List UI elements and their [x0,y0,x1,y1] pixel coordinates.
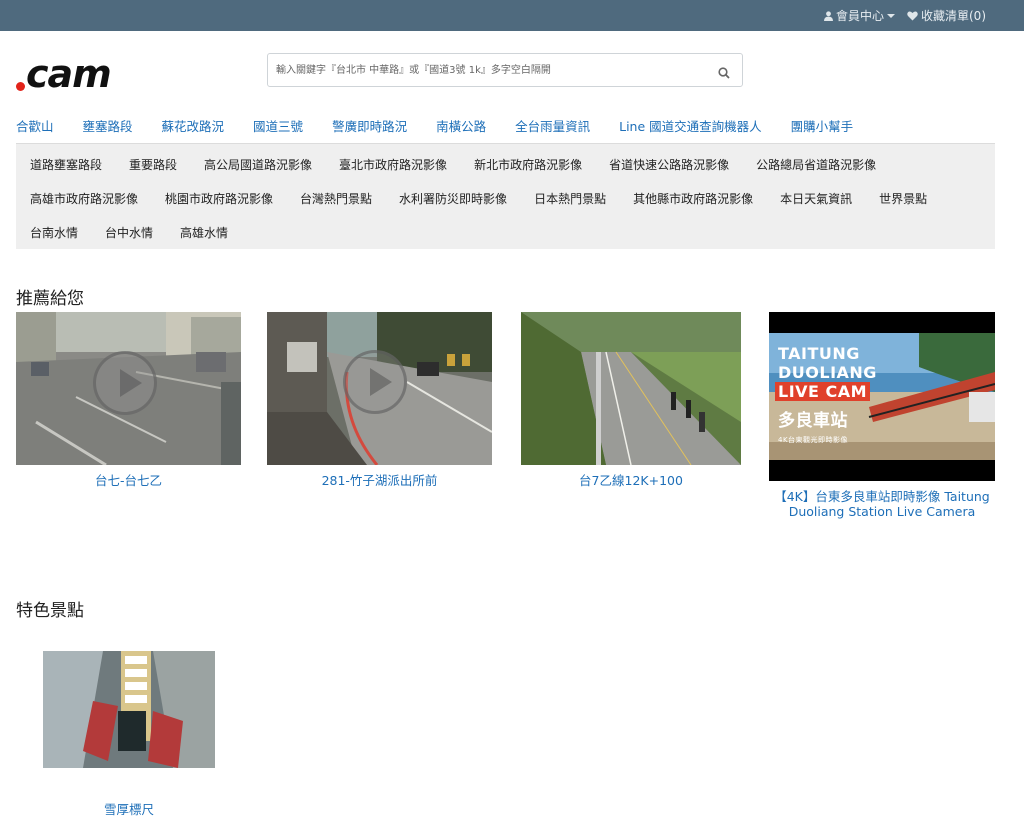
site-logo[interactable]: cam [16,52,116,96]
search-input[interactable] [276,54,706,86]
camera-card[interactable]: 雪厚標尺 [43,651,215,817]
play-icon [93,351,157,415]
overlay-title-2: DUOLIANG [778,363,877,382]
overlay-station: 多良車站 [778,411,848,431]
category-link[interactable]: 其他縣市政府路況影像 [633,190,753,207]
nav-line-bot[interactable]: Line 國道交通查詢機器人 [619,116,762,138]
heart-icon [907,11,918,21]
logo-text: cam [26,52,112,96]
member-center-label: 會員中心 [835,9,884,23]
category-row-3: 台南水情 台中水情 高雄水情 [30,224,255,241]
logo-dot [16,82,25,91]
camera-card[interactable]: TAITUNG DUOLIANG LIVE CAM 多良車站 4K台東觀光即時影… [769,312,995,519]
category-link[interactable]: 世界景點 [879,190,927,207]
category-link[interactable]: 台南水情 [30,224,78,241]
camera-card[interactable]: 台七-台七乙 [16,312,241,488]
main-nav: 合歡山 壅塞路段 蘇花改路況 國道三號 警廣即時路況 南橫公路 全台雨量資訊 L… [16,116,882,138]
top-bar: 會員中心 收藏清單(0) [0,0,1024,31]
recommended-title: 推薦給您 [16,289,84,309]
nav-police-radio[interactable]: 警廣即時路況 [332,116,407,138]
camera-caption[interactable]: 台七-台七乙 [16,473,241,488]
nav-freeway-3[interactable]: 國道三號 [253,116,303,138]
search-box [267,53,743,87]
featured-title: 特色景點 [16,601,84,621]
camera-card[interactable]: 台7乙線12K+100 [521,312,741,488]
nav-south-cross-island[interactable]: 南橫公路 [436,116,486,138]
category-nav: 道路壅塞路段 重要路段 高公局國道路況影像 臺北市政府路況影像 新北市政府路況影… [16,143,995,249]
camera-caption[interactable]: 【4K】台東多良車站即時影像 Taitung Duoliang Station … [769,489,995,519]
camera-thumbnail[interactable] [16,312,241,465]
caret-down-icon [887,13,895,19]
category-link[interactable]: 新北市政府路況影像 [474,156,582,173]
nav-congested-roads[interactable]: 壅塞路段 [83,116,133,138]
category-link[interactable]: 臺北市政府路況影像 [339,156,447,173]
category-link[interactable]: 道路壅塞路段 [30,156,102,173]
top-links: 會員中心 收藏清單(0) [823,7,986,24]
category-link[interactable]: 水利署防災即時影像 [399,190,507,207]
wishlist-label: 收藏清單(0) [921,9,986,23]
nav-rainfall[interactable]: 全台雨量資訊 [515,116,590,138]
category-row-2: 高雄市政府路況影像 桃園市政府路況影像 台灣熱門景點 水利署防災即時影像 日本熱… [30,190,954,207]
nav-group-buy[interactable]: 團購小幫手 [791,116,854,138]
nav-suhua[interactable]: 蘇花改路況 [162,116,225,138]
overlay-title-3: LIVE CAM [775,382,871,401]
category-link[interactable]: 桃園市政府路況影像 [165,190,273,207]
camera-caption[interactable]: 雪厚標尺 [43,802,215,817]
camera-thumbnail[interactable] [521,312,741,465]
camera-card[interactable]: 281-竹子湖派出所前 [267,312,492,488]
category-link[interactable]: 台灣熱門景點 [300,190,372,207]
wishlist-link[interactable]: 收藏清單(0) [907,7,986,24]
camera-thumbnail[interactable] [43,651,215,768]
category-link[interactable]: 高雄市政府路況影像 [30,190,138,207]
camera-thumbnail[interactable] [267,312,492,465]
category-link[interactable]: 台中水情 [105,224,153,241]
member-center-link[interactable]: 會員中心 [823,7,895,24]
overlay-title-1: TAITUNG [778,344,860,363]
category-link[interactable]: 省道快速公路路況影像 [609,156,729,173]
category-link[interactable]: 本日天氣資訊 [780,190,852,207]
category-link[interactable]: 重要路段 [129,156,177,173]
camera-caption[interactable]: 281-竹子湖派出所前 [267,473,492,488]
category-link[interactable]: 高雄水情 [180,224,228,241]
user-icon [823,10,833,21]
category-link[interactable]: 公路總局省道路況影像 [756,156,876,173]
camera-thumbnail[interactable]: TAITUNG DUOLIANG LIVE CAM 多良車站 4K台東觀光即時影… [769,312,995,481]
search-icon[interactable] [718,64,730,83]
category-row-1: 道路壅塞路段 重要路段 高公局國道路況影像 臺北市政府路況影像 新北市政府路況影… [30,156,903,173]
overlay-subtitle: 4K台東觀光即時影像 [778,436,849,444]
play-icon [343,350,407,414]
camera-caption[interactable]: 台7乙線12K+100 [521,473,741,488]
nav-hehuanshan[interactable]: 合歡山 [16,116,54,138]
category-link[interactable]: 日本熱門景點 [534,190,606,207]
category-link[interactable]: 高公局國道路況影像 [204,156,312,173]
